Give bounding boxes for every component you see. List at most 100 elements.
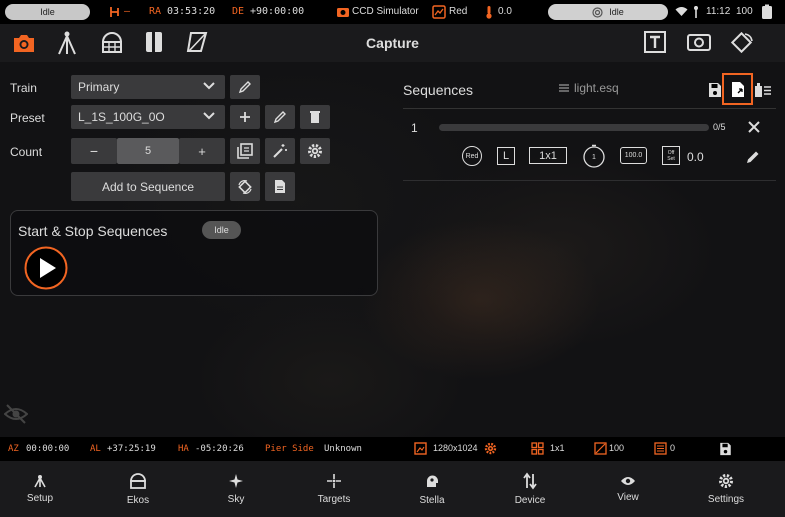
auto-calibration-button[interactable]: [265, 138, 295, 164]
save-sequence-icon[interactable]: [708, 82, 722, 98]
preset-value: L_1S_100G_0O: [78, 110, 165, 124]
al-label: AL: [90, 444, 101, 454]
rotator-icon[interactable]: [729, 30, 755, 56]
nav-settings[interactable]: Settings: [686, 461, 766, 517]
image-list-button[interactable]: [230, 138, 260, 164]
remove-job-icon[interactable]: [748, 121, 760, 133]
play-button[interactable]: [24, 246, 68, 290]
file-button[interactable]: [265, 172, 295, 201]
de-label: DE: [232, 6, 245, 17]
clear-queue-icon[interactable]: [754, 82, 772, 98]
count-label: Count: [10, 145, 43, 159]
sequences-title: Sequences: [403, 82, 474, 98]
location-icon: [692, 5, 700, 19]
add-to-sequence-button[interactable]: Add to Sequence: [71, 172, 225, 201]
battery-icon: [760, 4, 774, 20]
frame-resolution: 1280x1024: [433, 443, 478, 453]
add-preset-button[interactable]: [230, 105, 260, 129]
binning-text: 1x1: [539, 149, 557, 162]
nav-view[interactable]: View: [588, 461, 668, 517]
plus-icon: +: [198, 143, 206, 159]
count-decrement-button[interactable]: −: [71, 138, 117, 164]
sequence-file-name: light.esq: [574, 81, 619, 95]
binning-badge: 1x1: [529, 147, 567, 164]
stack-icon: [237, 143, 253, 159]
frame-settings-gear-icon[interactable]: [484, 442, 497, 455]
nav-sky[interactable]: Sky: [196, 461, 276, 517]
az-label: AZ: [8, 444, 19, 454]
gear-icon: [307, 143, 323, 159]
guide-status-pill[interactable]: Idle: [548, 4, 668, 20]
wifi-icon: [675, 6, 688, 17]
edit-train-button[interactable]: [230, 75, 260, 99]
exposure-value: 1: [592, 153, 596, 161]
idle-status-text: Idle: [40, 7, 55, 17]
job-progress-bar: [439, 124, 709, 131]
binning-value: 1x1: [550, 443, 565, 453]
list-icon: [558, 82, 570, 94]
temperature-value: 0.0: [498, 6, 512, 17]
edit-job-icon[interactable]: [746, 150, 760, 164]
loop-button[interactable]: [230, 172, 260, 201]
swap-arrows-icon: [522, 472, 538, 495]
nav-setup[interactable]: Setup: [0, 461, 80, 517]
count-increment-button[interactable]: +: [179, 138, 225, 164]
count-input[interactable]: 5: [117, 138, 179, 164]
sequence-status-badge: Idle: [202, 221, 241, 239]
nav-targets-label: Targets: [317, 494, 351, 505]
crosshair-icon: [326, 473, 342, 494]
gain-badge: 100.0: [620, 147, 647, 164]
target-icon: [592, 6, 603, 18]
magic-wand-icon: [272, 143, 288, 159]
setup-icon: [33, 474, 47, 493]
sparkle-icon: [228, 473, 244, 494]
chevron-down-icon: [203, 81, 215, 91]
train-label: Train: [10, 81, 37, 95]
settings-button[interactable]: [300, 138, 330, 164]
hide-overlay-icon[interactable]: [4, 404, 28, 424]
text-overlay-icon[interactable]: [643, 30, 667, 54]
clock-time: 11:12: [706, 6, 731, 17]
exposure-timer: 1: [582, 144, 606, 168]
nav-targets[interactable]: Targets: [294, 461, 374, 517]
nav-ekos-label: Ekos: [126, 495, 150, 506]
count-value: 5: [144, 145, 152, 157]
top-toolbar: Capture: [0, 24, 785, 62]
load-sequence-button[interactable]: [722, 73, 753, 105]
preview-camera-icon[interactable]: [686, 31, 712, 53]
sequence-job-index: 1: [411, 121, 418, 135]
frame-type-badge: L: [497, 147, 515, 165]
pencil-icon: [273, 110, 287, 124]
delete-preset-button[interactable]: [300, 105, 330, 129]
nav-device[interactable]: Device: [490, 461, 570, 517]
save-frame-icon[interactable]: [719, 442, 732, 456]
nav-device-label: Device: [514, 495, 546, 506]
nav-sky-label: Sky: [227, 494, 245, 505]
nav-stella[interactable]: Stella: [392, 461, 472, 517]
filter-wheel-icon: [432, 5, 446, 19]
filter-badge-text: Red: [465, 152, 479, 160]
nav-view-label: View: [617, 492, 639, 503]
bottom-navigation: Setup Ekos Sky Targets Stella Device Vie…: [0, 461, 785, 517]
gain-text: 100.0: [624, 152, 643, 159]
plus-icon: [239, 111, 251, 123]
offset-info-value: 0: [670, 443, 676, 453]
ha-value: -05:20:26: [195, 444, 244, 454]
nav-setup-label: Setup: [26, 493, 54, 504]
ekos-icon: [129, 472, 147, 495]
binning-grid-icon: [531, 442, 544, 455]
frame-type-text: L: [502, 150, 510, 162]
preset-select[interactable]: L_1S_100G_0O: [71, 105, 225, 129]
train-select[interactable]: Primary: [71, 75, 225, 99]
camera-name: CCD Simulator: [352, 6, 419, 17]
camera-status-icon: [336, 5, 350, 19]
edit-preset-button[interactable]: [265, 105, 295, 129]
idle-status-pill[interactable]: Idle: [5, 4, 90, 20]
nav-ekos[interactable]: Ekos: [98, 461, 178, 517]
offset-value: 0.0: [687, 150, 704, 164]
chevron-down-icon: [203, 111, 215, 121]
nav-stella-label: Stella: [419, 494, 445, 506]
al-value: +37:25:19: [107, 444, 156, 454]
minus-icon: −: [89, 143, 99, 159]
start-stop-panel: Start & Stop Sequences Idle: [10, 210, 378, 296]
